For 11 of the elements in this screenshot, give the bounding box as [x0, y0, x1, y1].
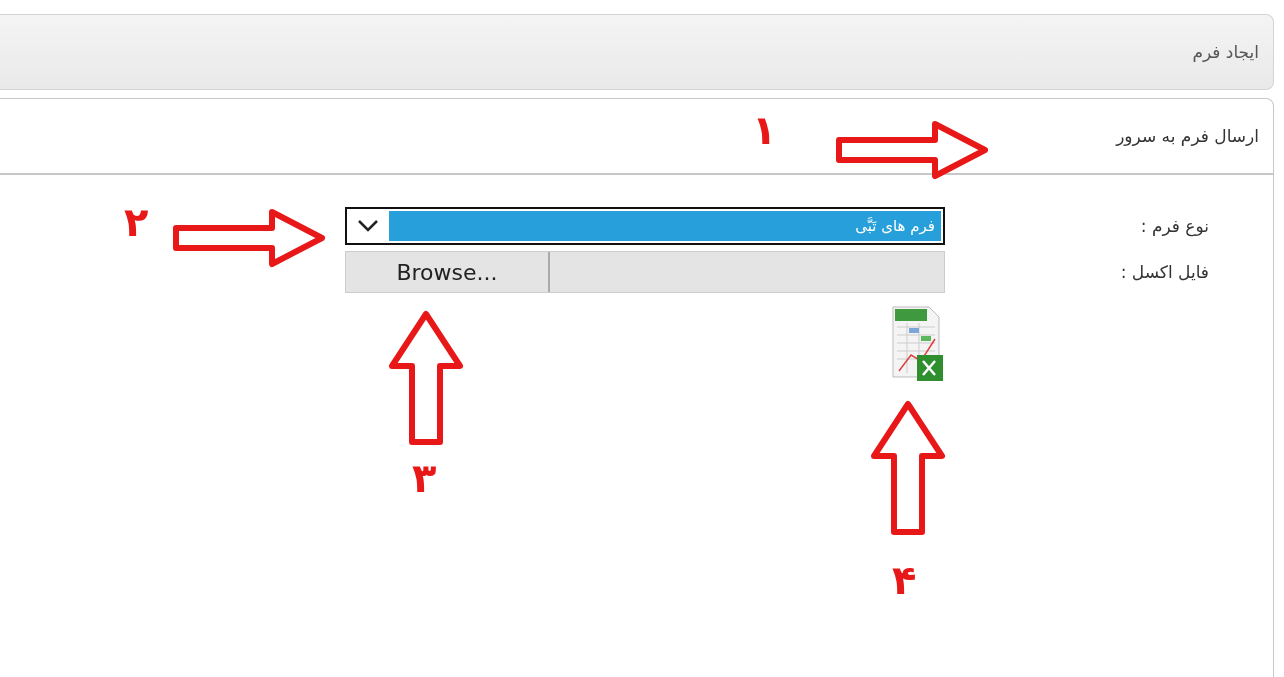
chevron-icon	[357, 219, 379, 233]
page-title: ایجاد فرم	[1192, 42, 1259, 62]
annotation-number: ۴	[892, 560, 917, 600]
spreadsheet-icon	[889, 303, 945, 383]
field-label: نوع فرم :	[1139, 216, 1209, 236]
panel-title: ارسال فرم به سرور	[1116, 126, 1259, 146]
annotation-number: ۲	[124, 202, 149, 242]
file-input-field[interactable]: Browse...	[345, 251, 945, 293]
annotation-number: ۱	[752, 110, 777, 150]
field-label: فایل اکسل :	[1119, 262, 1209, 282]
annotation-number: ۳	[412, 458, 437, 498]
